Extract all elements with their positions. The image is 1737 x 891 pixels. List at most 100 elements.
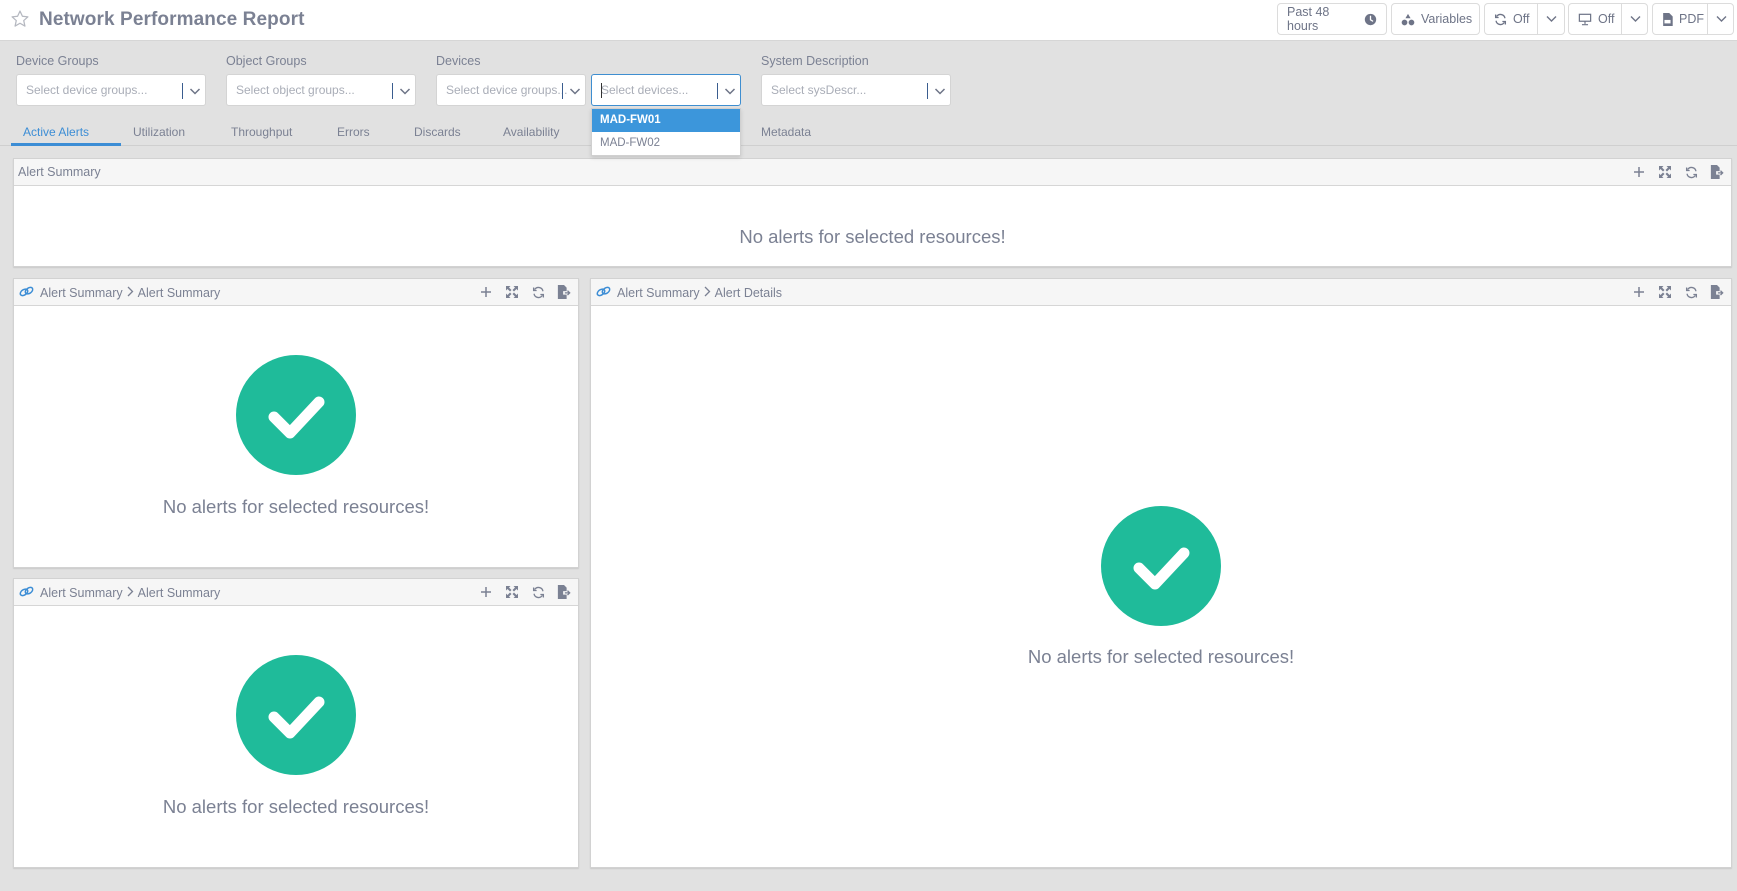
chevron-down-icon[interactable] <box>933 84 947 98</box>
no-alerts-message: No alerts for selected resources! <box>162 796 430 817</box>
tab-availability[interactable]: Availability <box>503 125 559 139</box>
favorite-star-icon[interactable] <box>10 9 30 29</box>
breadcrumb-parent[interactable]: Alert Summary <box>40 586 123 600</box>
refresh-icon[interactable] <box>530 284 546 300</box>
export-icon[interactable] <box>1709 284 1725 300</box>
breadcrumb-current: Alert Details <box>714 286 783 300</box>
breadcrumb-parent[interactable]: Alert Summary <box>617 286 700 300</box>
devices-group-select[interactable]: Select device groups... <box>436 74 586 106</box>
export-icon[interactable] <box>556 284 572 300</box>
panel-header: Alert Summary Alert Details <box>591 279 1731 306</box>
refresh-label: Off <box>1513 12 1530 26</box>
refresh-dropdown-toggle[interactable] <box>1537 4 1565 34</box>
success-check-icon <box>236 355 356 475</box>
tab-errors[interactable]: Errors <box>337 125 370 139</box>
object-groups-label: Object Groups <box>226 54 307 68</box>
slideshow-label: Off <box>1598 12 1615 26</box>
link-icon[interactable] <box>19 585 34 601</box>
page-title: Network Performance Report <box>39 9 305 30</box>
add-icon[interactable] <box>1631 164 1647 180</box>
export-dropdown-toggle[interactable] <box>1707 4 1735 34</box>
breadcrumb-current: Alert Summary <box>137 286 221 300</box>
tab-active-alerts[interactable]: Active Alerts <box>23 125 89 139</box>
object-groups-select[interactable]: Select object groups... <box>226 74 416 106</box>
panel-toolbar <box>1621 164 1725 180</box>
devices-select[interactable]: Select devices... <box>591 74 741 106</box>
panel-body: No alerts for selected resources! <box>14 606 578 867</box>
success-check-icon <box>236 655 356 775</box>
devices-label: Devices <box>436 54 481 68</box>
export-split-button: PDF <box>1652 3 1734 35</box>
system-description-label: System Description <box>761 54 869 68</box>
panel-toolbar <box>468 584 572 600</box>
slideshow-button[interactable]: Off <box>1569 4 1621 34</box>
devices-placeholder: Select devices... <box>601 83 689 97</box>
top-bar: Network Performance Report Past 48 hours… <box>0 0 1737 41</box>
panel-header: Alert Summary <box>14 159 1731 186</box>
expand-icon[interactable] <box>1657 284 1673 300</box>
panel-toolbar <box>1621 284 1725 300</box>
panel-header: Alert Summary Alert Summary <box>14 579 578 606</box>
select-separator <box>182 83 183 99</box>
alert-summary-panel: Alert Summary No alerts for selected res… <box>13 158 1732 267</box>
system-description-select[interactable]: Select sysDescr... <box>761 74 951 106</box>
alert-summary-drilldown-panel-bottom: Alert Summary Alert Summary No alerts fo… <box>13 578 579 868</box>
tab-throughput[interactable]: Throughput <box>231 125 292 139</box>
panel-body: No alerts for selected resources! <box>14 306 578 567</box>
expand-icon[interactable] <box>1657 164 1673 180</box>
dropdown-option-mad-fw02[interactable]: MAD-FW02 <box>592 132 740 155</box>
refresh-icon[interactable] <box>1683 164 1699 180</box>
select-separator <box>392 83 393 99</box>
select-separator <box>717 83 718 99</box>
chevron-right-icon <box>127 286 134 300</box>
device-groups-select[interactable]: Select device groups... <box>16 74 206 106</box>
panel-title: Alert Summary <box>18 165 101 179</box>
time-range-label: Past 48 hours <box>1287 5 1330 33</box>
variables-button[interactable]: Variables <box>1391 3 1480 35</box>
tab-metadata[interactable]: Metadata <box>761 125 811 139</box>
device-groups-label: Device Groups <box>16 54 99 68</box>
no-alerts-message: No alerts for selected resources! <box>162 496 430 517</box>
export-label: PDF <box>1679 12 1704 26</box>
breadcrumb-parent[interactable]: Alert Summary <box>40 286 123 300</box>
add-icon[interactable] <box>1631 284 1647 300</box>
export-pdf-button[interactable]: PDF <box>1653 4 1707 34</box>
link-icon[interactable] <box>19 285 34 301</box>
expand-icon[interactable] <box>504 284 520 300</box>
alert-summary-drilldown-panel-top: Alert Summary Alert Summary No alerts fo… <box>13 278 579 568</box>
time-range-button[interactable]: Past 48 hours <box>1277 3 1387 35</box>
panel-body: No alerts for selected resources! <box>14 186 1731 266</box>
clock-icon <box>1364 13 1377 26</box>
export-icon[interactable] <box>1709 164 1725 180</box>
add-icon[interactable] <box>478 284 494 300</box>
devices-dropdown-menu: MAD-FW01 MAD-FW02 <box>591 108 741 156</box>
refresh-icon[interactable] <box>1683 284 1699 300</box>
chevron-down-icon[interactable] <box>568 84 582 98</box>
refresh-icon[interactable] <box>530 584 546 600</box>
export-icon[interactable] <box>556 584 572 600</box>
tab-discards[interactable]: Discards <box>414 125 461 139</box>
devices-group-placeholder: Select device groups... <box>446 83 568 97</box>
device-groups-placeholder: Select device groups... <box>26 83 148 97</box>
refresh-split-button: Off <box>1484 3 1565 35</box>
slideshow-split-button: Off <box>1568 3 1648 35</box>
chevron-down-icon[interactable] <box>398 84 412 98</box>
alert-details-panel: Alert Summary Alert Details No alerts fo… <box>590 278 1732 868</box>
chevron-down-icon[interactable] <box>723 84 737 98</box>
text-cursor <box>601 83 602 98</box>
add-icon[interactable] <box>478 584 494 600</box>
slideshow-dropdown-toggle[interactable] <box>1621 4 1649 34</box>
report-tabs: Active Alerts Utilization Throughput Err… <box>0 122 1737 146</box>
breadcrumb-current: Alert Summary <box>137 586 221 600</box>
tab-utilization[interactable]: Utilization <box>133 125 185 139</box>
panel-header: Alert Summary Alert Summary <box>14 279 578 306</box>
refresh-icon <box>1494 13 1507 26</box>
dropdown-option-mad-fw01[interactable]: MAD-FW01 <box>592 109 740 132</box>
refresh-button[interactable]: Off <box>1485 4 1537 34</box>
system-description-placeholder: Select sysDescr... <box>771 83 867 97</box>
chevron-down-icon[interactable] <box>188 84 202 98</box>
object-groups-placeholder: Select object groups... <box>236 83 355 97</box>
chevron-right-icon <box>127 586 134 600</box>
link-icon[interactable] <box>596 285 611 301</box>
expand-icon[interactable] <box>504 584 520 600</box>
